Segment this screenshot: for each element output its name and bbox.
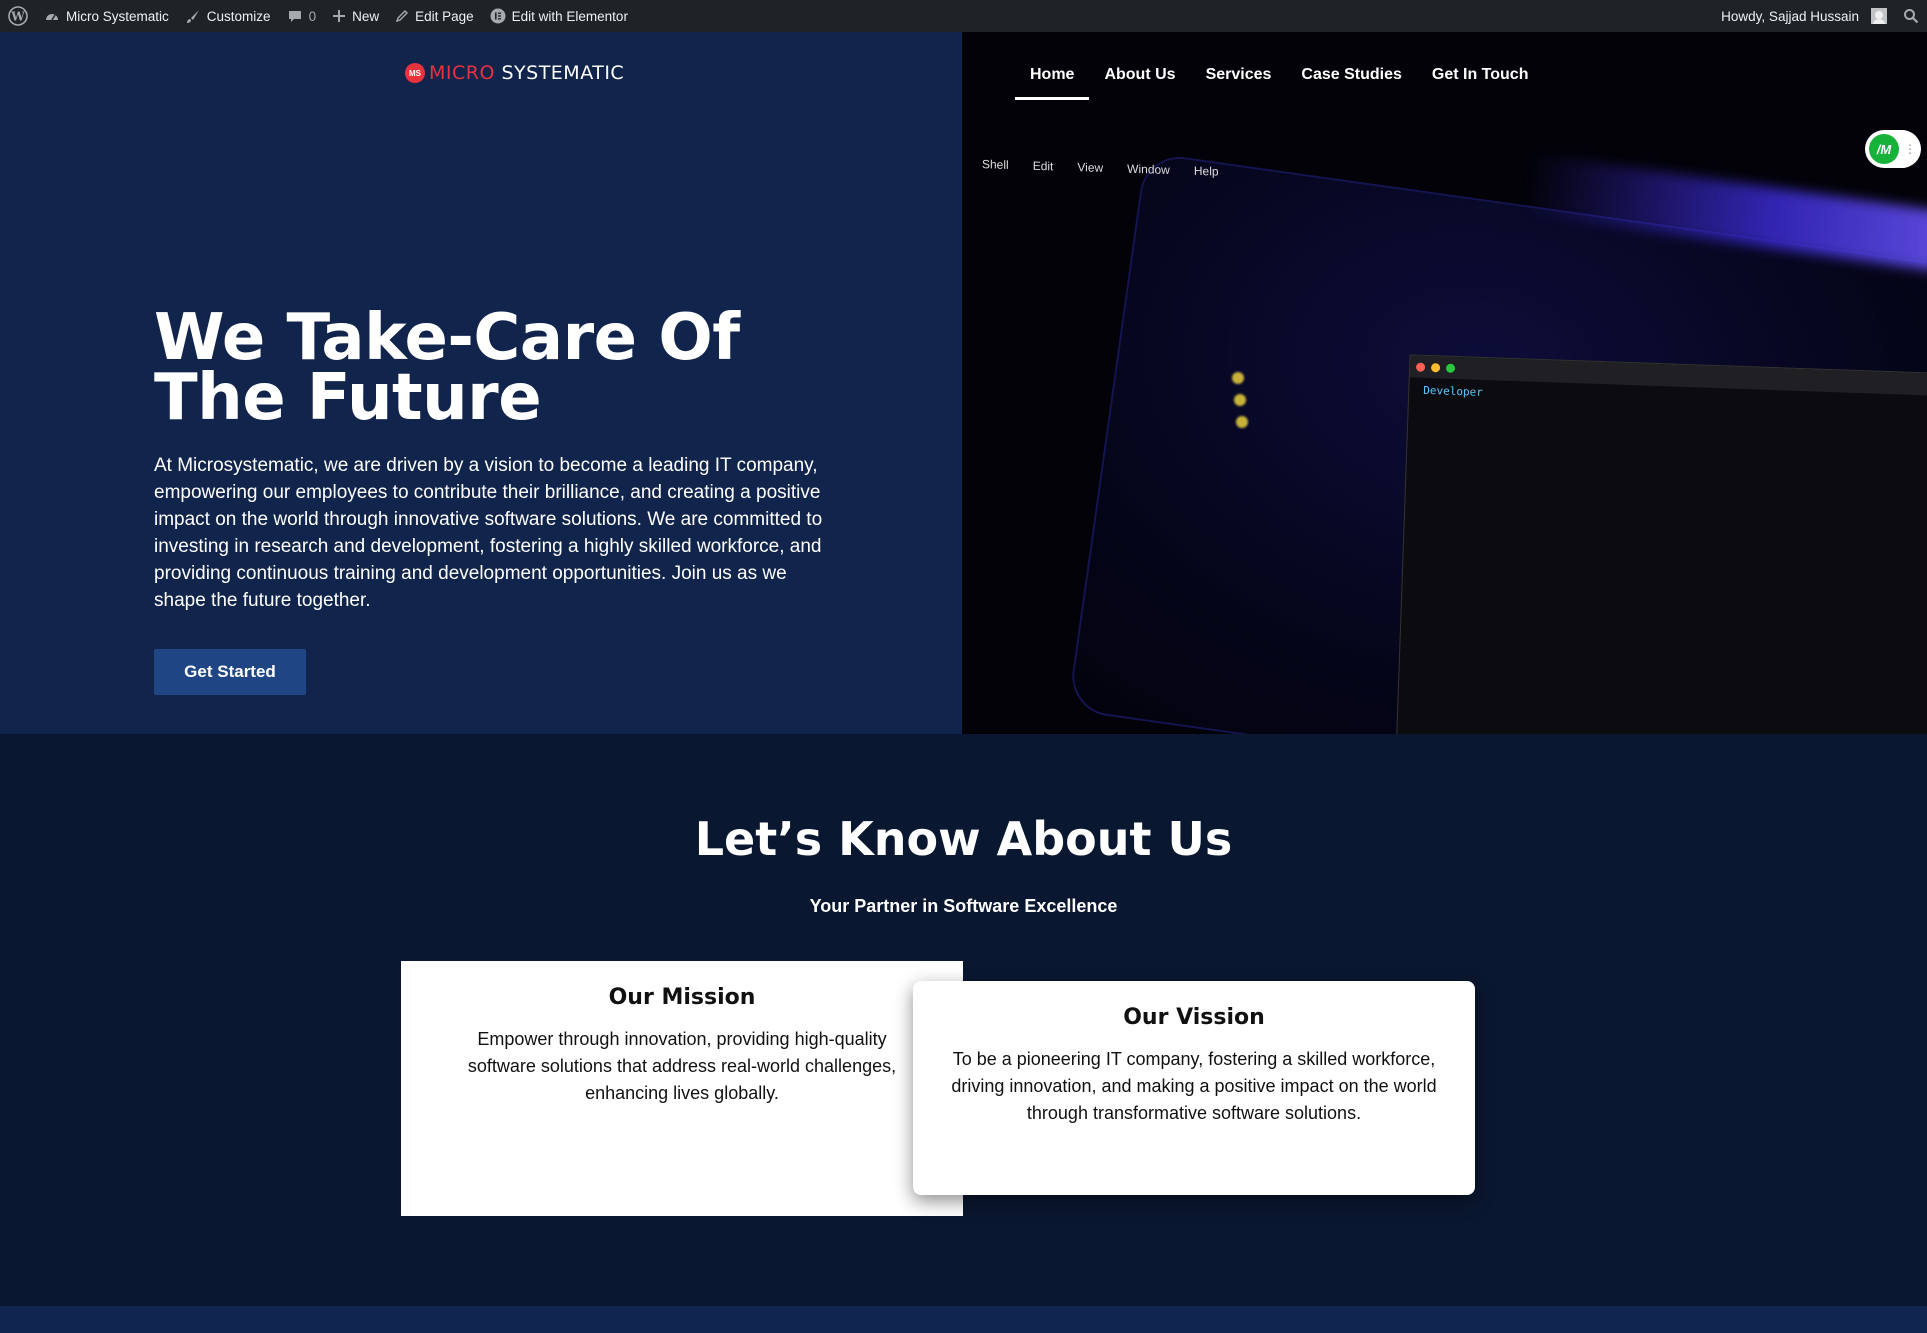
wordpress-logo-button[interactable]: W <box>0 0 36 32</box>
code-dot <box>1236 416 1248 428</box>
elementor-icon <box>490 8 506 24</box>
avatar <box>1871 8 1887 24</box>
svg-text:W: W <box>10 10 25 24</box>
nav-home[interactable]: Home <box>1015 62 1090 100</box>
nav-case-studies[interactable]: Case Studies <box>1286 62 1416 100</box>
image-menu-shell: Shell <box>982 157 1009 172</box>
main-nav: Home About Us Services Case Studies Get … <box>1015 62 1543 100</box>
about-subtitle: Your Partner in Software Excellence <box>809 896 1118 916</box>
edit-elementor-label: Edit with Elementor <box>511 8 628 24</box>
howdy-label: Howdy, Sajjad Hussain <box>1721 8 1859 24</box>
my-account-link[interactable]: Howdy, Sajjad Hussain <box>1713 0 1895 32</box>
mission-text: Empower through innovation, providing hi… <box>467 1029 897 1103</box>
floating-widget[interactable]: /M ⋮ <box>1865 130 1921 168</box>
terminal-window: Developer <box>1394 354 1927 734</box>
logo-text: MICRO SYSTEMATIC <box>429 62 624 84</box>
maximize-dot <box>1445 363 1456 373</box>
widget-logo-icon: /M <box>1869 134 1899 164</box>
comments-count: 0 <box>308 8 317 24</box>
wordpress-icon: W <box>8 6 28 26</box>
logo-text-systematic: SYSTEMATIC <box>494 62 625 84</box>
image-menu-view: View <box>1077 160 1104 175</box>
search-button[interactable] <box>1895 0 1927 32</box>
edit-elementor-link[interactable]: Edit with Elementor <box>482 0 636 32</box>
about-title: Let’s Know About Us <box>694 812 1233 866</box>
image-menu-help: Help <box>1193 163 1219 179</box>
nav-services[interactable]: Services <box>1191 62 1287 100</box>
about-section: Let’s Know About Us Your Partner in Soft… <box>0 734 1927 1306</box>
image-menu-window: Window <box>1127 161 1170 178</box>
close-dot <box>1415 362 1426 372</box>
hero-laptop-image: Shell Edit View Window Help Developer <box>962 32 1927 734</box>
wp-admin-bar: W Micro Systematic Customize 0 New Edit … <box>0 0 1927 32</box>
mission-title: Our Mission <box>608 985 756 1010</box>
nav-get-in-touch[interactable]: Get In Touch <box>1417 62 1544 100</box>
pencil-icon <box>395 10 409 23</box>
plus-icon <box>333 10 346 22</box>
new-label: New <box>352 8 380 24</box>
comment-icon <box>288 11 301 22</box>
get-started-button[interactable]: Get Started <box>154 649 306 695</box>
nav-about-us[interactable]: About Us <box>1089 62 1190 100</box>
edit-page-link[interactable]: Edit Page <box>387 0 482 32</box>
dashboard-icon <box>46 14 58 21</box>
vision-text: To be a pioneering IT company, fostering… <box>951 1049 1437 1123</box>
customize-label: Customize <box>206 8 271 24</box>
code-highlights <box>1232 372 1248 702</box>
hero-title: We Take-Care Of The Future <box>154 301 740 435</box>
image-menu-edit: Edit <box>1032 158 1054 174</box>
search-icon <box>1904 9 1919 24</box>
hero-description: At Microsystematic, we are driven by a v… <box>154 455 823 611</box>
mission-card: Our Mission Empower through innovation, … <box>401 961 963 1216</box>
brush-icon <box>186 10 199 23</box>
site-name-link[interactable]: Micro Systematic <box>36 0 177 32</box>
code-dot <box>1234 394 1246 406</box>
logo-text-micro: MICRO <box>429 62 495 84</box>
site-logo[interactable]: MS MICRO SYSTEMATIC <box>405 62 624 84</box>
customize-link[interactable]: Customize <box>177 0 279 32</box>
logo-mark-icon: MS <box>405 63 425 83</box>
edit-page-label: Edit Page <box>415 8 474 24</box>
vision-title: Our Vission <box>1123 1005 1265 1030</box>
new-content-link[interactable]: New <box>324 0 387 32</box>
vision-card: Our Vission To be a pioneering IT compan… <box>913 981 1475 1195</box>
code-dot <box>1232 372 1244 384</box>
minimize-dot <box>1430 362 1441 372</box>
drag-handle-icon[interactable]: ⋮ <box>1904 142 1916 156</box>
comments-link[interactable]: 0 <box>279 0 325 32</box>
admin-bar-right: Howdy, Sajjad Hussain <box>1713 0 1927 32</box>
next-section-band <box>0 1306 1927 1333</box>
site-name-label: Micro Systematic <box>66 8 169 24</box>
